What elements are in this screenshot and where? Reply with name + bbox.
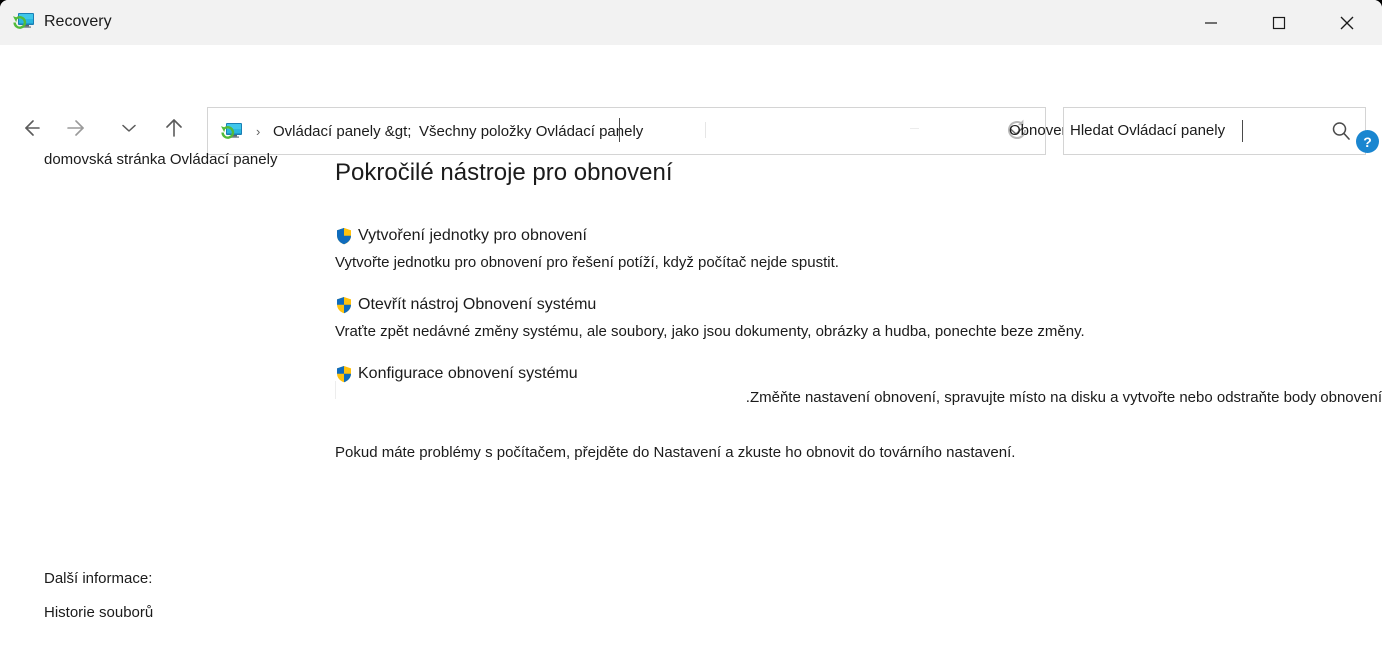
task-configure-system-restore: Konfigurace obnovení systému xyxy=(335,363,578,385)
recent-locations-button[interactable] xyxy=(112,111,146,145)
close-button[interactable] xyxy=(1324,0,1370,45)
search-icon[interactable] xyxy=(1327,108,1355,154)
navigation-bar: › Ovládací panely &gt; Všechny položky O… xyxy=(0,45,1382,155)
window-title: Recovery xyxy=(44,13,112,30)
footer-note: Pokud máte problémy s počítačem, přejdět… xyxy=(335,444,1016,461)
search-box[interactable]: Hledat Ovládací panely xyxy=(1063,107,1366,155)
task-description: Vraťte zpět nedávné změny systému, ale s… xyxy=(335,323,1085,340)
task-description: Vytvořte jednotku pro obnovení pro řešen… xyxy=(335,254,839,271)
task-create-recovery-drive: Vytvoření jednotky pro obnovení Vytvořte… xyxy=(335,225,839,271)
search-text-cursor xyxy=(1242,120,1243,142)
task-open-system-restore: Otevřít nástroj Obnovení systému Vraťte … xyxy=(335,294,1085,340)
task-link[interactable]: Konfigurace obnovení systému xyxy=(335,363,578,385)
up-one-level-button[interactable] xyxy=(157,111,191,145)
breadcrumb-item-all-items[interactable]: Všechny položky Ovládací panely xyxy=(419,108,643,154)
shield-icon xyxy=(335,296,353,314)
forward-button[interactable] xyxy=(58,111,92,145)
task-link-label: Otevřít nástroj Obnovení systému xyxy=(358,296,597,313)
back-button[interactable] xyxy=(14,111,48,145)
sidebar-item-control-panel-home[interactable]: domovská stránka Ovládací panely xyxy=(44,151,277,168)
task-description: .Změňte nastavení obnovení, spravujte mí… xyxy=(745,389,1382,406)
arrow-left-icon xyxy=(25,120,40,136)
title-bar: Recovery xyxy=(0,0,1382,45)
maximize-button[interactable] xyxy=(1256,0,1302,45)
breadcrumb-item-control-panel[interactable]: Ovládací panely &gt; xyxy=(273,108,411,154)
shield-icon xyxy=(335,365,353,383)
help-button[interactable]: ? xyxy=(1356,130,1379,153)
task-link-label: Konfigurace obnovení systému xyxy=(358,365,578,382)
breadcrumb-separator: › xyxy=(256,123,261,139)
sidebar-link-file-history[interactable]: Historie souborů xyxy=(44,604,153,621)
recovery-window: Recovery › Ovládací panely &gt; Všechny … xyxy=(0,0,1382,654)
breadcrumb-divider xyxy=(705,122,706,138)
maximize-icon xyxy=(1272,16,1286,29)
page-title: Pokročilé nástroje pro obnovení xyxy=(335,159,673,186)
task-link[interactable]: Otevřít nástroj Obnovení systému xyxy=(335,294,1085,316)
address-text-cursor xyxy=(619,118,620,142)
shield-icon xyxy=(335,227,353,245)
more-information-label: Další informace: xyxy=(44,570,153,587)
task-link-label: Vytvoření jednotky pro obnovení xyxy=(358,227,587,244)
search-input[interactable]: Hledat Ovládací panely xyxy=(1070,108,1225,154)
chevron-down-icon xyxy=(122,124,136,132)
minimize-icon xyxy=(1205,21,1217,24)
arrow-up-icon xyxy=(166,119,182,137)
minimize-button[interactable] xyxy=(1188,0,1234,45)
task-link[interactable]: Vytvoření jednotky pro obnovení xyxy=(335,225,839,247)
close-icon xyxy=(1340,16,1354,29)
arrow-right-icon xyxy=(67,120,84,136)
address-bar-recovery-icon xyxy=(220,120,244,144)
address-bar[interactable]: › Ovládací panely &gt; Všechny položky O… xyxy=(207,107,1046,155)
recovery-monitor-icon xyxy=(12,10,36,34)
breadcrumb-divider-faint xyxy=(910,128,919,129)
